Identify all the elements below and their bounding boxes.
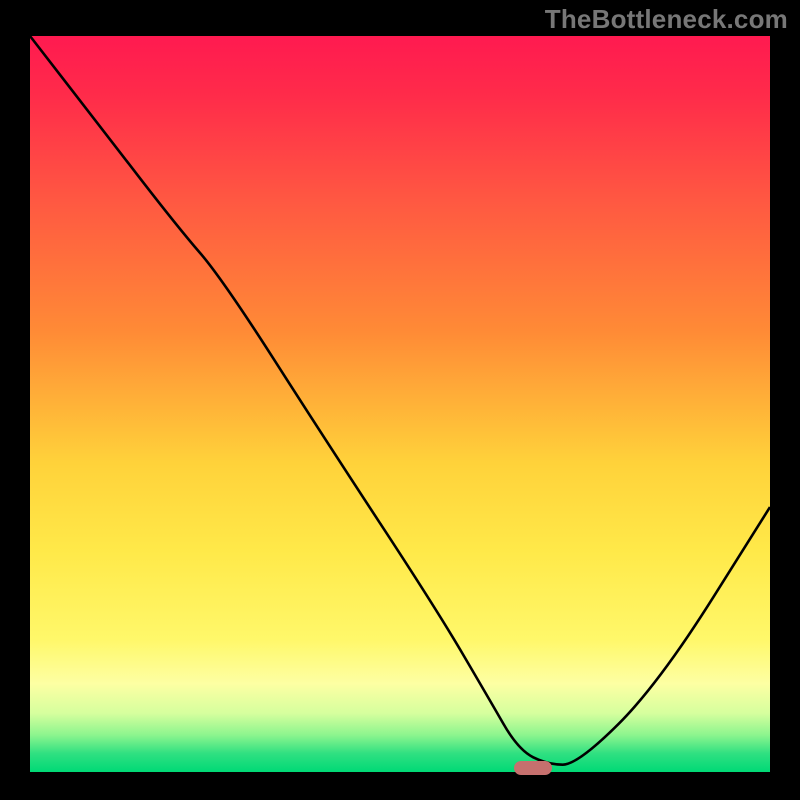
plot-area bbox=[30, 36, 770, 772]
watermark-label: TheBottleneck.com bbox=[545, 4, 788, 35]
bottleneck-curve bbox=[30, 36, 770, 772]
curve-path bbox=[30, 36, 770, 765]
optimal-marker bbox=[514, 761, 552, 775]
chart-container: TheBottleneck.com bbox=[0, 0, 800, 800]
